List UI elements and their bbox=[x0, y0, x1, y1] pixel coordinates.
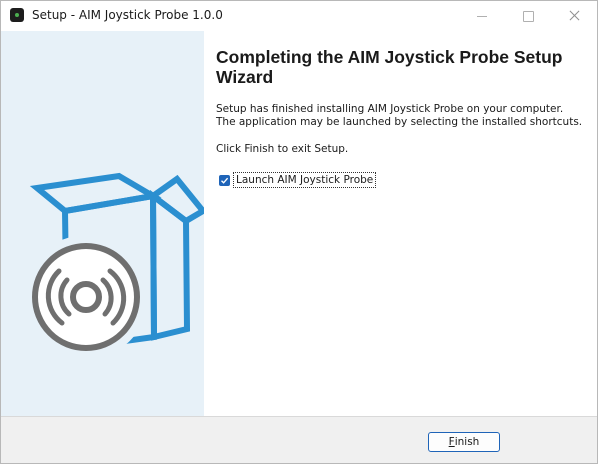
page-description: Setup has finished installing AIM Joysti… bbox=[216, 103, 583, 128]
finish-label: inish bbox=[454, 436, 480, 448]
software-box-illustration bbox=[24, 172, 204, 359]
page-title: Completing the AIM Joystick Probe Setup … bbox=[216, 47, 563, 87]
launch-checkbox-label[interactable]: Launch AIM Joystick Probe bbox=[232, 172, 377, 188]
launch-checkbox[interactable] bbox=[219, 174, 230, 186]
wizard-banner bbox=[1, 31, 204, 416]
finish-button[interactable]: Finish bbox=[428, 432, 500, 452]
box-side bbox=[149, 189, 191, 341]
wizard-content: Completing the AIM Joystick Probe Setup … bbox=[204, 31, 597, 416]
maximize-button[interactable] bbox=[505, 1, 551, 31]
checkmark-icon bbox=[221, 177, 229, 184]
close-icon bbox=[569, 11, 579, 21]
close-button[interactable] bbox=[551, 1, 597, 31]
minimize-button[interactable] bbox=[459, 1, 505, 31]
finish-instruction: Click Finish to exit Setup. bbox=[216, 143, 349, 155]
window-title: Setup - AIM Joystick Probe 1.0.0 bbox=[32, 8, 223, 22]
maximize-icon bbox=[522, 10, 534, 22]
app-icon bbox=[10, 8, 24, 22]
minimize-icon bbox=[477, 15, 487, 17]
setup-window: Setup - AIM Joystick Probe 1.0.0 Complet… bbox=[0, 0, 598, 464]
wizard-footer: Finish bbox=[1, 416, 597, 463]
title-bar[interactable]: Setup - AIM Joystick Probe 1.0.0 bbox=[1, 1, 597, 31]
launch-option[interactable]: Launch AIM Joystick Probe bbox=[219, 172, 377, 188]
